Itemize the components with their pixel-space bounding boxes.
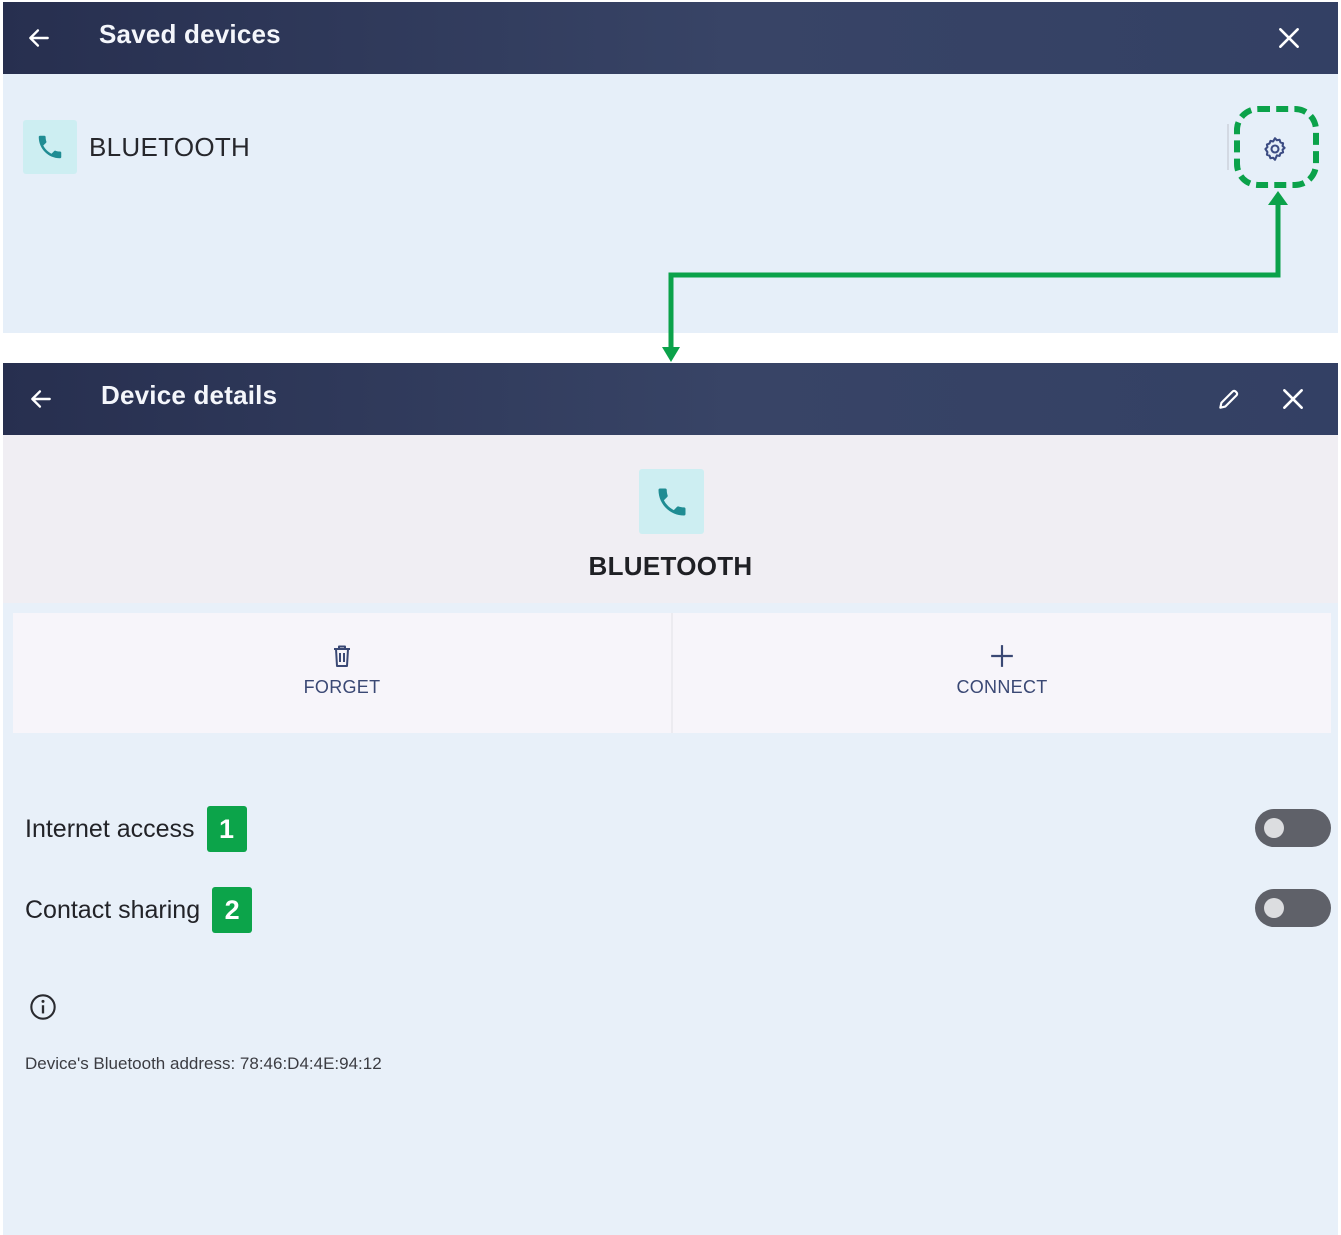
phone-icon bbox=[658, 488, 685, 515]
connect-button[interactable]: CONNECT bbox=[671, 613, 1331, 733]
trash-icon bbox=[334, 645, 350, 667]
saved-devices-header: Saved devices bbox=[3, 2, 1338, 74]
device-name: BLUETOOTH bbox=[89, 131, 251, 162]
setting-internet-access: Internet access 1 bbox=[25, 805, 247, 853]
callout-badge: 2 bbox=[212, 887, 253, 933]
setting-label: Internet access bbox=[25, 814, 195, 843]
device-name: BLUETOOTH bbox=[588, 551, 753, 581]
bluetooth-address: Device's Bluetooth address: 78:46:D4:4E:… bbox=[25, 1054, 382, 1073]
forget-label: FORGET bbox=[303, 677, 381, 697]
forget-button[interactable]: FORGET bbox=[13, 613, 671, 733]
action-bar: FORGET CONNECT bbox=[13, 613, 1331, 733]
close-icon bbox=[1283, 389, 1303, 409]
setting-label: Contact sharing bbox=[25, 895, 201, 924]
internet-access-toggle[interactable] bbox=[1255, 809, 1331, 847]
saved-device-item[interactable]: BLUETOOTH bbox=[23, 120, 250, 174]
back-button[interactable] bbox=[11, 363, 71, 435]
info-icon bbox=[30, 994, 56, 1020]
close-button[interactable] bbox=[1263, 363, 1323, 435]
toggle-knob bbox=[1264, 898, 1284, 918]
device-icon-tile bbox=[23, 120, 77, 174]
contact-sharing-toggle[interactable] bbox=[1255, 889, 1331, 927]
device-icon-tile bbox=[639, 469, 704, 534]
device-hero: BLUETOOTH bbox=[3, 435, 1338, 603]
saved-devices-panel: Saved devices BLUETOOTH bbox=[3, 2, 1338, 333]
phone-icon bbox=[38, 135, 62, 159]
back-button[interactable] bbox=[9, 2, 69, 74]
close-button[interactable] bbox=[1259, 2, 1319, 74]
setting-contact-sharing: Contact sharing 2 bbox=[25, 886, 253, 934]
back-arrow-icon bbox=[29, 29, 49, 47]
divider bbox=[1227, 124, 1229, 170]
close-icon bbox=[1279, 28, 1299, 48]
back-arrow-icon bbox=[31, 390, 51, 408]
page-title: Saved devices bbox=[99, 19, 281, 49]
connect-label: CONNECT bbox=[956, 677, 1048, 697]
toggle-knob bbox=[1264, 818, 1284, 838]
edit-button[interactable] bbox=[1199, 363, 1259, 435]
page-title: Device details bbox=[101, 380, 278, 410]
device-details-header: Device details bbox=[3, 363, 1338, 435]
highlight-marker bbox=[1234, 106, 1319, 188]
device-details-panel: Device details BLUETOOTH FORGET CONNECT … bbox=[3, 363, 1338, 1235]
plus-icon bbox=[991, 645, 1013, 667]
callout-badge: 1 bbox=[206, 806, 247, 852]
pencil-icon bbox=[1219, 389, 1239, 409]
